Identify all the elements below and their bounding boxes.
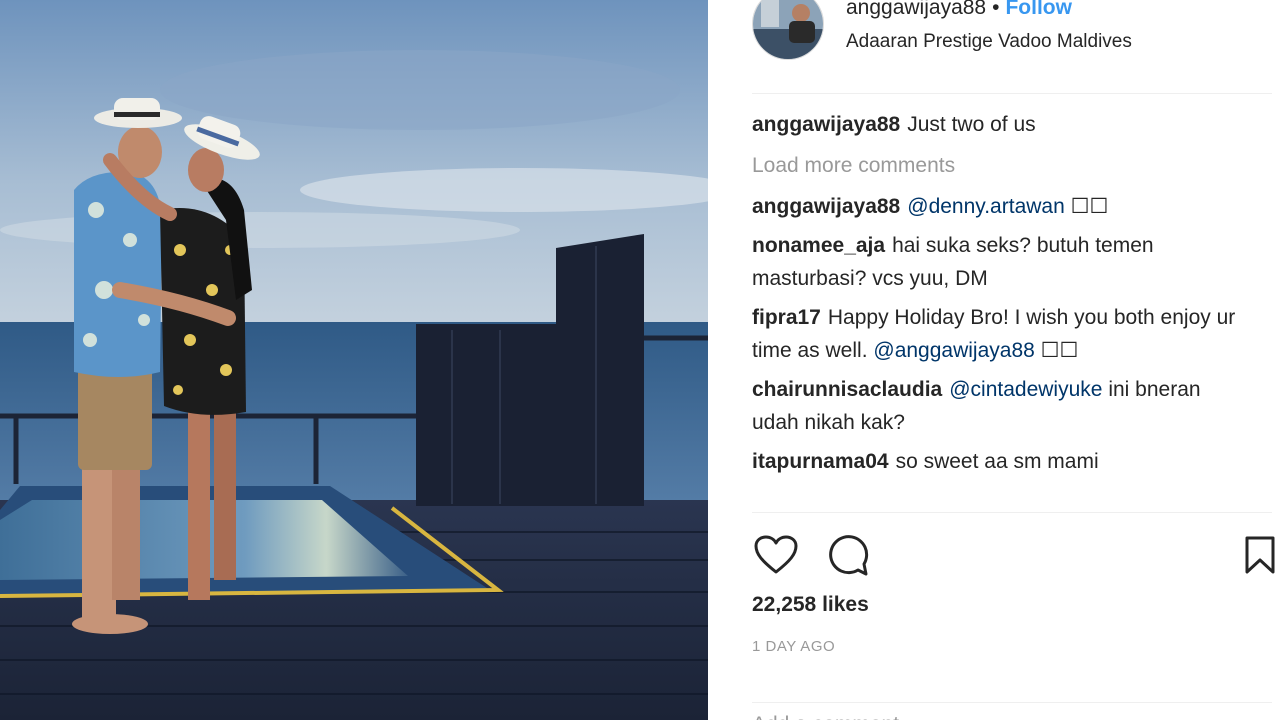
comment-username[interactable]: chairunnisaclaudia xyxy=(752,378,942,401)
comment-item: itapurnama04 so sweet aa sm mami xyxy=(752,445,1252,478)
likes-count[interactable]: 22,258 likes xyxy=(752,590,869,620)
comments-list[interactable]: anggawijaya88 Just two of us Load more co… xyxy=(752,108,1252,510)
heart-icon xyxy=(754,535,798,574)
comment-suffix: ☐☐ xyxy=(1064,195,1109,218)
comment-item: fipra17 Happy Holiday Bro! I wish you bot… xyxy=(752,301,1252,367)
avatar[interactable] xyxy=(752,0,824,60)
like-button[interactable] xyxy=(752,531,800,579)
comment-mention[interactable]: @cintadewiyuke xyxy=(949,378,1102,401)
location-link[interactable]: Adaaran Prestige Vadoo Maldives xyxy=(846,30,1132,54)
comment-mention[interactable]: @denny.artawan xyxy=(907,195,1065,218)
post-timestamp[interactable]: 1 DAY AGO xyxy=(752,636,835,658)
post-details-panel: anggawijaya88 • Follow Adaaran Prestige Va… xyxy=(708,0,1280,720)
comment-item: nonamee_aja hai suka seks? butuh temen ma… xyxy=(752,229,1252,295)
separator-dot: • xyxy=(992,0,1000,19)
comment-username[interactable]: itapurnama04 xyxy=(752,450,889,473)
post-caption: anggawijaya88 Just two of us xyxy=(752,108,1252,141)
comment-item: anggawijaya88 @denny.artawan ☐☐ xyxy=(752,190,1252,223)
author-username[interactable]: anggawijaya88 xyxy=(846,0,986,19)
comment-item: chairunnisaclaudia @cintadewiyuke ini bne… xyxy=(752,373,1252,439)
comment-icon xyxy=(829,535,869,576)
post-actions-bar xyxy=(752,512,1275,592)
load-more-comments-button[interactable]: Load more comments xyxy=(752,149,1252,182)
post-photo[interactable] xyxy=(0,0,708,720)
follow-button[interactable]: Follow xyxy=(1005,0,1072,19)
header-author-line: anggawijaya88 • Follow xyxy=(846,0,1072,22)
comment-username[interactable]: fipra17 xyxy=(752,306,821,329)
caption-text: Just two of us xyxy=(907,113,1036,136)
comment-suffix: ☐☐ xyxy=(1034,339,1079,362)
comment-text: so sweet aa sm mami xyxy=(895,450,1099,473)
save-button[interactable] xyxy=(1236,531,1280,579)
caption-username[interactable]: anggawijaya88 xyxy=(752,113,900,136)
comment-username[interactable]: anggawijaya88 xyxy=(752,195,900,218)
post-photo-image xyxy=(0,0,708,720)
avatar-photo xyxy=(753,0,823,59)
add-comment-input[interactable] xyxy=(752,703,1272,720)
comment-button[interactable] xyxy=(824,531,872,579)
post-header: anggawijaya88 • Follow Adaaran Prestige Va… xyxy=(752,0,1272,94)
bookmark-icon xyxy=(1245,536,1275,574)
comment-username[interactable]: nonamee_aja xyxy=(752,234,885,257)
add-comment-section xyxy=(752,702,1272,720)
comment-mention[interactable]: @anggawijaya88 xyxy=(873,339,1034,362)
